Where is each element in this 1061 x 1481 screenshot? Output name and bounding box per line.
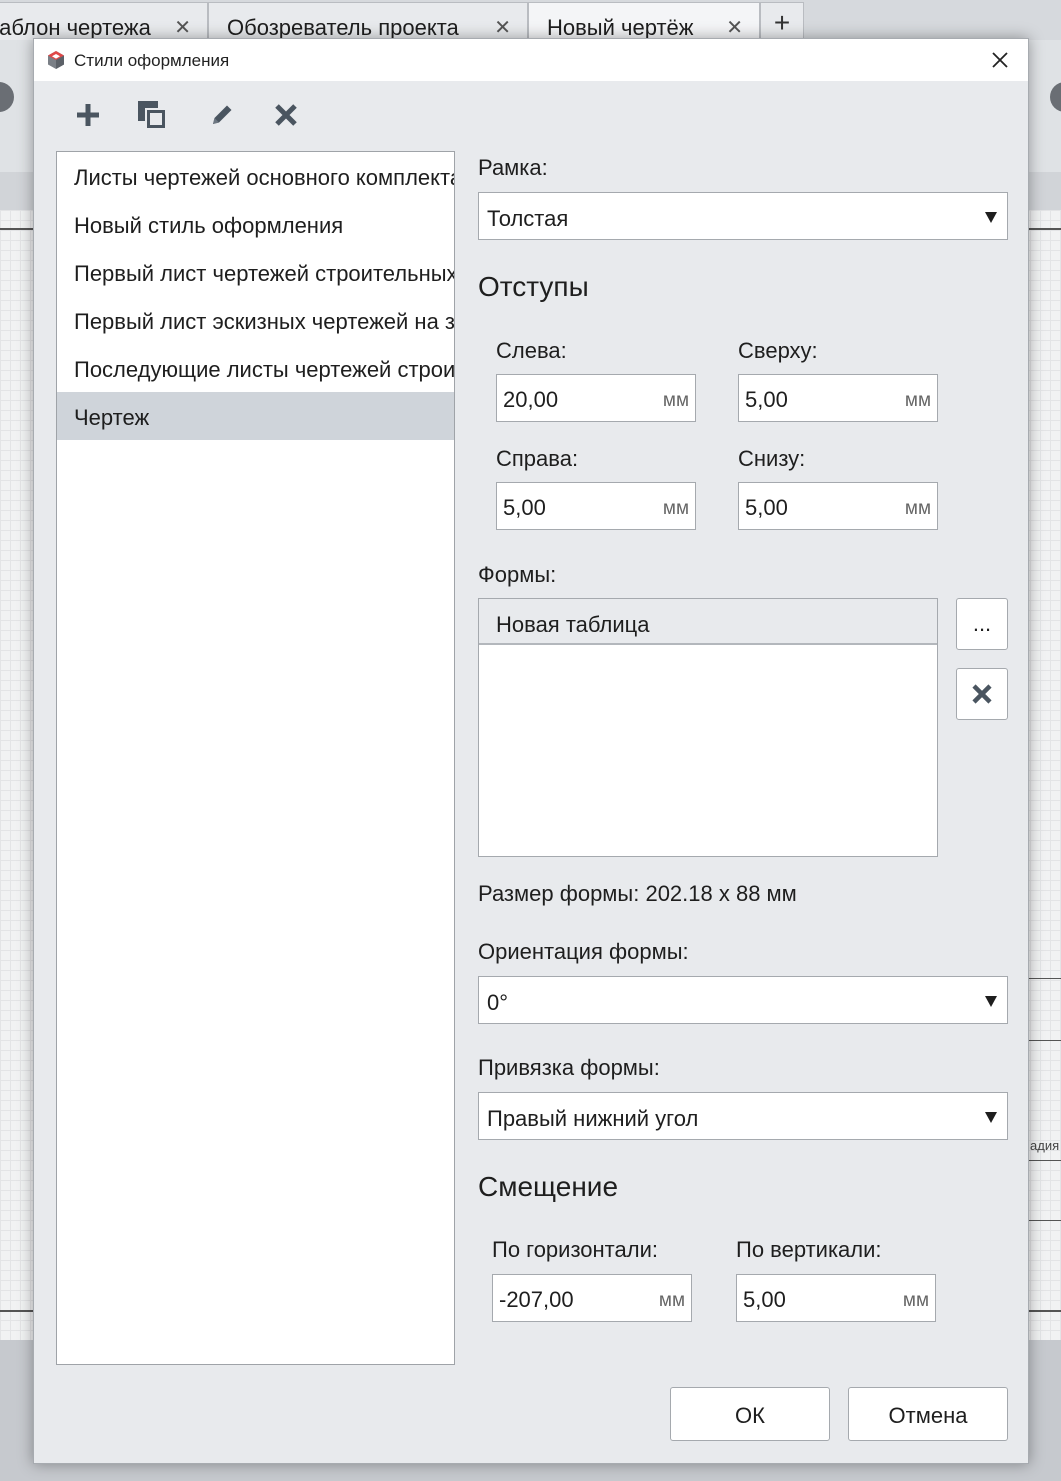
- margin-left-field[interactable]: 20,00 мм: [496, 374, 696, 422]
- add-style-button[interactable]: [68, 95, 108, 135]
- close-icon[interactable]: ✕: [494, 3, 511, 40]
- unit-label: мм: [904, 498, 931, 519]
- margins-title: Отступы: [478, 271, 589, 302]
- tab-bar: Шаблон чертежа ✕ Обозреватель проекта ✕ …: [0, 0, 1061, 40]
- margin-left-label: Слева:: [496, 338, 567, 363]
- close-icon[interactable]: ✕: [726, 3, 743, 40]
- list-item-selected[interactable]: Чертеж: [57, 392, 454, 440]
- unit-label: мм: [662, 390, 689, 411]
- tab-new-drawing[interactable]: Новый чертёж ✕: [528, 2, 760, 40]
- delete-icon: [972, 684, 992, 704]
- orientation-label: Ориентация формы:: [478, 939, 689, 964]
- add-tab-icon[interactable]: +: [760, 2, 804, 40]
- list-item[interactable]: Первый лист чертежей строительных издели…: [57, 248, 454, 296]
- frame-select[interactable]: Толстая: [478, 192, 1008, 240]
- margin-right-label: Справа:: [496, 446, 579, 471]
- background-text: адия: [1030, 1138, 1060, 1153]
- chevron-down-icon: [985, 1112, 997, 1123]
- cancel-button[interactable]: Отмена: [848, 1387, 1008, 1441]
- tab-label: Новый чертёж: [547, 15, 694, 40]
- toolbar-icon: [0, 82, 14, 112]
- close-icon[interactable]: ✕: [174, 3, 191, 40]
- tab-label: Шаблон чертежа: [0, 15, 151, 40]
- list-item[interactable]: Последующие листы чертежей строительных …: [57, 344, 454, 392]
- chevron-down-icon: [985, 996, 997, 1007]
- dialog-title: Стили оформления: [74, 51, 230, 70]
- edit-style-button[interactable]: [202, 95, 242, 135]
- browse-label: ...: [972, 611, 992, 636]
- list-item[interactable]: Новый стиль оформления: [57, 200, 454, 248]
- tab-drawing-template[interactable]: Шаблон чертежа ✕: [0, 2, 208, 40]
- unit-label: мм: [658, 1290, 685, 1311]
- copy-style-button[interactable]: [132, 95, 172, 135]
- styles-dialog: Стили оформления Листы чертежей основног…: [33, 38, 1029, 1464]
- forms-label: Формы:: [478, 562, 557, 587]
- orientation-value: 0°: [487, 990, 509, 1015]
- ok-button[interactable]: ОК: [670, 1387, 830, 1441]
- close-button[interactable]: [972, 39, 1028, 81]
- delete-style-button[interactable]: [266, 95, 306, 135]
- offset-horizontal-label: По горизонтали:: [492, 1237, 658, 1262]
- margin-bottom-value: 5,00: [745, 495, 788, 520]
- frame-label: Рамка:: [478, 155, 548, 180]
- orientation-select[interactable]: 0°: [478, 976, 1008, 1024]
- offset-horizontal-field[interactable]: -207,00 мм: [492, 1274, 692, 1322]
- tab-project-explorer[interactable]: Обозреватель проекта ✕: [208, 2, 528, 40]
- margin-right-field[interactable]: 5,00 мм: [496, 482, 696, 530]
- unit-label: мм: [662, 498, 689, 519]
- margin-top-value: 5,00: [745, 387, 788, 412]
- margin-right-value: 5,00: [503, 495, 546, 520]
- list-item[interactable]: Листы чертежей основного комплекта: [57, 152, 454, 200]
- delete-icon: [275, 104, 297, 126]
- pencil-icon: [213, 105, 232, 124]
- browse-form-button[interactable]: ...: [956, 598, 1008, 650]
- styles-list[interactable]: Листы чертежей основного комплекта Новый…: [56, 151, 455, 1365]
- remove-form-button[interactable]: [956, 668, 1008, 720]
- forms-table[interactable]: Новая таблица: [478, 598, 938, 857]
- margin-bottom-field[interactable]: 5,00 мм: [738, 482, 938, 530]
- offset-title: Смещение: [478, 1171, 619, 1202]
- anchor-value: Правый нижний угол: [487, 1106, 699, 1131]
- margin-top-field[interactable]: 5,00 мм: [738, 374, 938, 422]
- offset-vertical-value: 5,00: [743, 1287, 786, 1312]
- tab-label: Обозреватель проекта: [227, 15, 459, 40]
- unit-label: мм: [902, 1290, 929, 1311]
- offset-vertical-label: По вертикали:: [736, 1237, 882, 1262]
- list-item[interactable]: Первый лист эскизных чертежей на заказ: [57, 296, 454, 344]
- close-icon: [992, 52, 1008, 68]
- chevron-down-icon: [985, 212, 997, 223]
- table-row[interactable]: Новая таблица: [479, 599, 937, 645]
- copy-icon: [138, 101, 167, 130]
- unit-label: мм: [904, 390, 931, 411]
- form-size-text: Размер формы: 202.18 x 88 мм: [478, 881, 797, 906]
- margin-bottom-label: Снизу:: [738, 446, 806, 471]
- margin-top-label: Сверху:: [738, 338, 818, 363]
- dialog-titlebar: Стили оформления: [34, 39, 1028, 81]
- app-logo-icon: [48, 51, 64, 69]
- offset-vertical-field[interactable]: 5,00 мм: [736, 1274, 936, 1322]
- anchor-label: Привязка формы:: [478, 1055, 660, 1080]
- margin-left-value: 20,00: [503, 387, 559, 412]
- anchor-select[interactable]: Правый нижний угол: [478, 1092, 1008, 1140]
- plus-icon: [77, 104, 99, 126]
- offset-horizontal-value: -207,00: [499, 1287, 574, 1312]
- toolbar-icon: [1050, 82, 1061, 112]
- frame-value: Толстая: [487, 206, 569, 231]
